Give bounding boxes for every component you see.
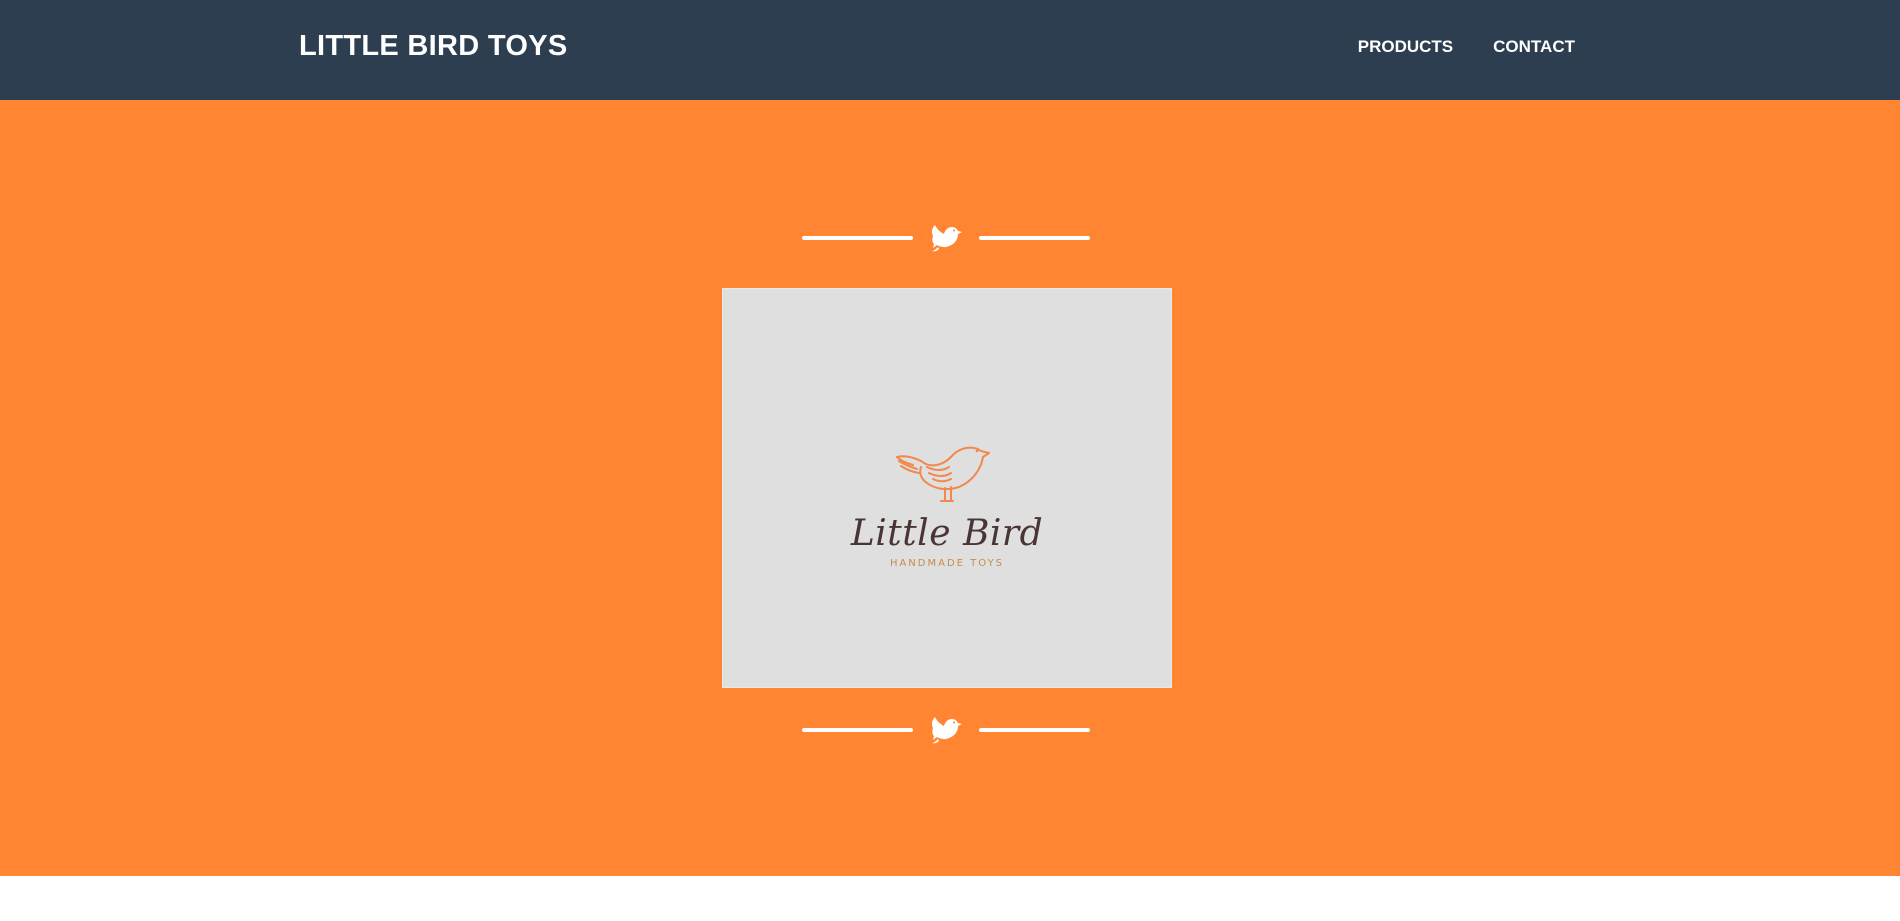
divider-line-right	[979, 728, 1090, 732]
logo-image: Little Bird HANDMADE TOYS	[722, 288, 1172, 688]
navbar: LITTLE BIRD TOYS PRODUCTS CONTACT	[0, 0, 1900, 100]
bird-icon	[931, 225, 962, 252]
logo-tagline: HANDMADE TOYS	[889, 558, 1005, 569]
logo-bird-icon	[896, 446, 990, 502]
nav-link-contact[interactable]: CONTACT	[1493, 37, 1575, 57]
divider-line-left	[802, 728, 913, 732]
logo-name: Little Bird	[850, 513, 1044, 554]
divider-bottom	[802, 710, 1092, 750]
nav-link-products[interactable]: PRODUCTS	[1358, 37, 1453, 57]
nav-links: PRODUCTS CONTACT	[1358, 37, 1575, 57]
brand-link[interactable]: LITTLE BIRD TOYS	[299, 30, 568, 63]
divider-line-right	[979, 236, 1090, 240]
hero-section: Little Bird HANDMADE TOYS	[0, 100, 1900, 876]
divider-top	[802, 218, 1092, 258]
divider-line-left	[802, 236, 913, 240]
bird-icon	[931, 717, 962, 744]
